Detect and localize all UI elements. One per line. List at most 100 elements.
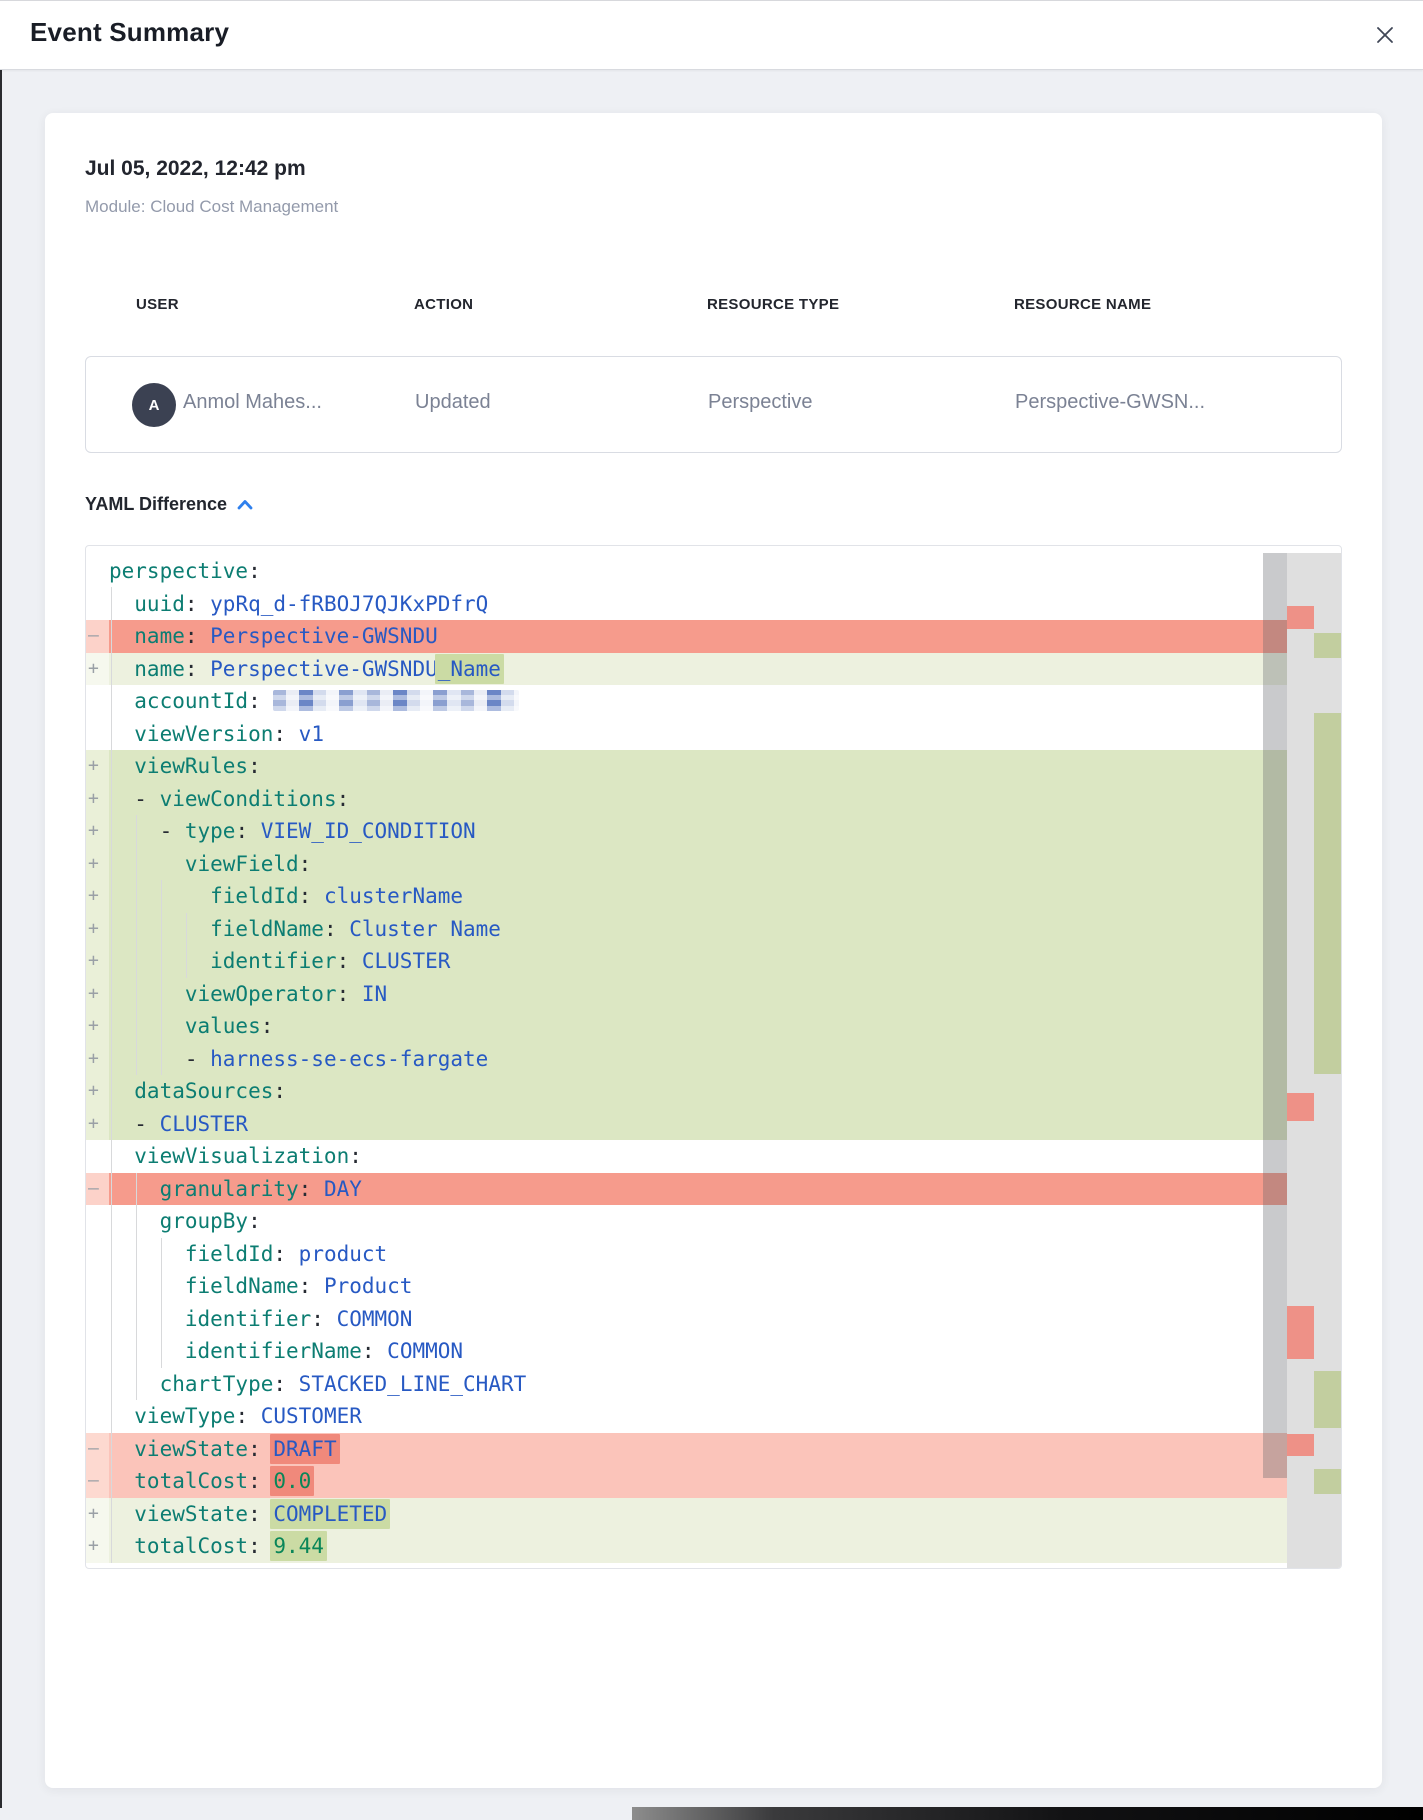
diff-gutter-sign: + <box>86 1530 109 1563</box>
event-summary-modal: Event Summary Jul 05, 2022, 12:42 pm Mod… <box>0 0 1423 1820</box>
diff-line-text: - viewConditions: <box>109 783 1341 816</box>
yaml-diff-editor[interactable]: perspective: uuid: ypRq_d-fRBOJ7QJKxPDfr… <box>85 545 1342 1569</box>
diff-line: createdAt: 1657005121653 <box>86 1563 1341 1570</box>
chevron-up-icon[interactable] <box>237 494 253 515</box>
indent-guide <box>161 880 162 1075</box>
diff-gutter-sign: + <box>86 978 109 1011</box>
diff-gutter-sign <box>86 1400 109 1433</box>
diff-gutter-sign: + <box>86 1498 109 1531</box>
diff-line-text: fieldName: Product <box>109 1270 1341 1303</box>
diff-gutter-sign: — <box>86 1433 109 1466</box>
diff-line-text: viewVisualization: <box>109 1140 1341 1173</box>
minimap-removed-marker <box>1287 1434 1314 1456</box>
page-title: Event Summary <box>30 17 229 48</box>
diff-gutter-sign <box>86 1368 109 1401</box>
diff-line: + dataSources: <box>86 1075 1341 1108</box>
diff-line-text: values: <box>109 1010 1341 1043</box>
diff-gutter-sign: + <box>86 1010 109 1043</box>
diff-line: + fieldName: Cluster Name <box>86 913 1341 946</box>
diff-line-text: accountId: <box>109 685 1341 718</box>
diff-line-text: groupBy: <box>109 1205 1341 1238</box>
minimap-added-marker <box>1314 1469 1341 1494</box>
event-card: Jul 05, 2022, 12:42 pm Module: Cloud Cos… <box>45 113 1382 1788</box>
diff-line-text: - CLUSTER <box>109 1108 1341 1141</box>
diff-line: — granularity: DAY <box>86 1173 1341 1206</box>
diff-line: identifier: COMMON <box>86 1303 1341 1336</box>
diff-line-text: granularity: DAY <box>109 1173 1341 1206</box>
diff-line-text: uuid: ypRq_d-fRBOJ7QJKxPDfrQ <box>109 588 1341 621</box>
indent-guide <box>136 815 137 1075</box>
indent-guide <box>186 913 187 978</box>
diff-line-text: name: Perspective-GWSNDU_Name <box>109 653 1341 686</box>
diff-line-text: dataSources: <box>109 1075 1341 1108</box>
diff-line: + fieldId: clusterName <box>86 880 1341 913</box>
avatar: A <box>132 383 176 427</box>
diff-line: groupBy: <box>86 1205 1341 1238</box>
diff-line-text: chartType: STACKED_LINE_CHART <box>109 1368 1341 1401</box>
diff-gutter-sign: + <box>86 783 109 816</box>
minimap-added-marker <box>1314 633 1341 658</box>
close-icon[interactable] <box>1373 23 1397 47</box>
diff-gutter-sign: — <box>86 1465 109 1498</box>
diff-gutter-sign: + <box>86 815 109 848</box>
diff-gutter-sign <box>86 1303 109 1336</box>
yaml-difference-label: YAML Difference <box>85 494 227 515</box>
diff-gutter-sign: + <box>86 880 109 913</box>
diff-gutter-sign <box>86 1270 109 1303</box>
diff-gutter-sign <box>86 588 109 621</box>
audit-table-row: A Anmol Mahes... Updated Perspective Per… <box>85 356 1342 453</box>
event-module-label: Module: Cloud Cost Management <box>85 197 338 217</box>
diff-line: + - type: VIEW_ID_CONDITION <box>86 815 1341 848</box>
diff-gutter-sign <box>86 685 109 718</box>
diff-gutter-sign: + <box>86 848 109 881</box>
event-timestamp: Jul 05, 2022, 12:42 pm <box>85 157 306 181</box>
indent-guide <box>136 1173 137 1400</box>
indent-guide <box>111 587 112 1563</box>
diff-line: + - harness-se-ecs-fargate <box>86 1043 1341 1076</box>
minimap-removed-marker <box>1287 606 1314 629</box>
diff-line-text: identifier: COMMON <box>109 1303 1341 1336</box>
underlying-page-strip <box>632 1807 1423 1820</box>
diff-line-text: viewVersion: v1 <box>109 718 1341 751</box>
diff-minimap[interactable] <box>1287 553 1341 1569</box>
diff-line: fieldId: product <box>86 1238 1341 1271</box>
diff-gutter-sign: + <box>86 913 109 946</box>
diff-line: uuid: ypRq_d-fRBOJ7QJKxPDfrQ <box>86 588 1341 621</box>
user-name: Anmol Mahes... <box>183 391 322 414</box>
diff-line-text: viewField: <box>109 848 1341 881</box>
diff-line-text: totalCost: 0.0 <box>109 1465 1341 1498</box>
diff-gutter-sign: + <box>86 945 109 978</box>
diff-line-text: createdAt: 1657005121653 <box>109 1563 1341 1570</box>
minimap-removed-marker <box>1287 1093 1314 1121</box>
diff-line: perspective: <box>86 555 1341 588</box>
diff-gutter-sign: + <box>86 1108 109 1141</box>
diff-line-text: viewType: CUSTOMER <box>109 1400 1341 1433</box>
diff-lines: perspective: uuid: ypRq_d-fRBOJ7QJKxPDfr… <box>86 555 1341 1569</box>
diff-line: viewType: CUSTOMER <box>86 1400 1341 1433</box>
diff-gutter-sign <box>86 1563 109 1570</box>
diff-line: — totalCost: 0.0 <box>86 1465 1341 1498</box>
action-value: Updated <box>415 391 491 414</box>
diff-line: + viewRules: <box>86 750 1341 783</box>
diff-line-text: identifier: CLUSTER <box>109 945 1341 978</box>
yaml-difference-toggle[interactable]: YAML Difference <box>85 494 253 515</box>
diff-line-text: viewOperator: IN <box>109 978 1341 1011</box>
diff-line: + - CLUSTER <box>86 1108 1341 1141</box>
diff-line: — name: Perspective-GWSNDU <box>86 620 1341 653</box>
scrollbar-thumb[interactable] <box>1263 553 1287 1478</box>
diff-line: + name: Perspective-GWSNDU_Name <box>86 653 1341 686</box>
diff-line-text: perspective: <box>109 555 1341 588</box>
diff-line: accountId: <box>86 685 1341 718</box>
diff-line: + values: <box>86 1010 1341 1043</box>
diff-gutter-sign <box>86 1238 109 1271</box>
diff-gutter-sign <box>86 718 109 751</box>
diff-line-text: viewState: COMPLETED <box>109 1498 1341 1531</box>
resource-type-value: Perspective <box>708 391 813 414</box>
diff-gutter-sign: + <box>86 750 109 783</box>
diff-gutter-sign: — <box>86 620 109 653</box>
underlying-page-edge <box>0 26 2 1808</box>
resource-name-value: Perspective-GWSN... <box>1015 391 1205 414</box>
diff-gutter-sign: — <box>86 1173 109 1206</box>
diff-line: viewVisualization: <box>86 1140 1341 1173</box>
diff-line-text: viewState: DRAFT <box>109 1433 1341 1466</box>
